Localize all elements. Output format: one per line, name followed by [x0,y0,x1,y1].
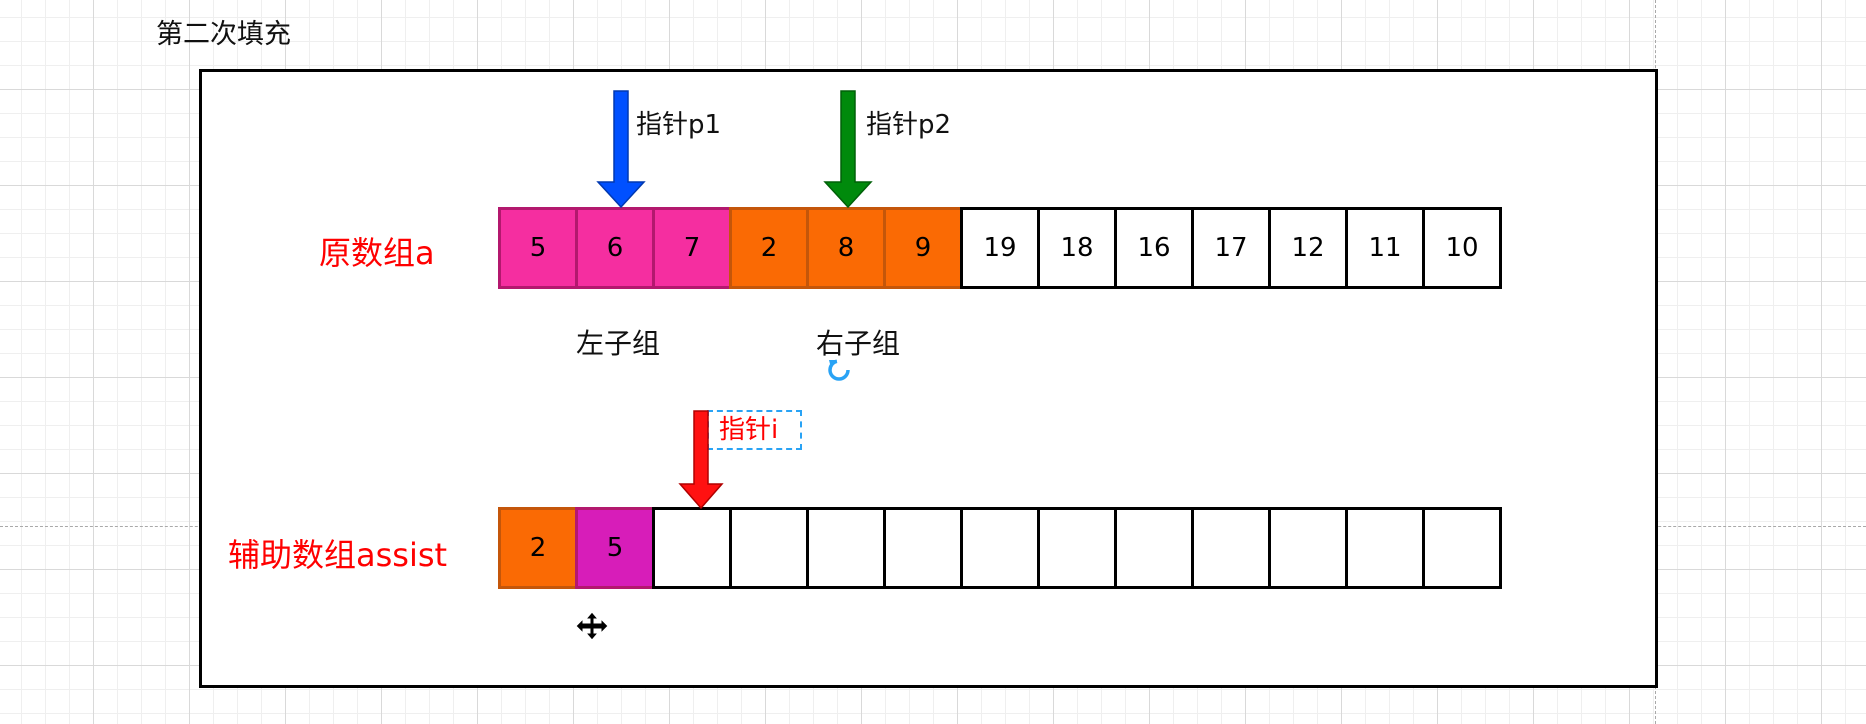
pointer-p2-arrow[interactable] [823,90,873,209]
move-cursor-icon [575,611,609,641]
pointer-p1-arrow[interactable] [596,90,646,209]
rotate-handle-icon[interactable] [828,359,850,381]
pointer-i-arrow[interactable] [678,410,724,510]
diagram-overlay [575,90,873,641]
